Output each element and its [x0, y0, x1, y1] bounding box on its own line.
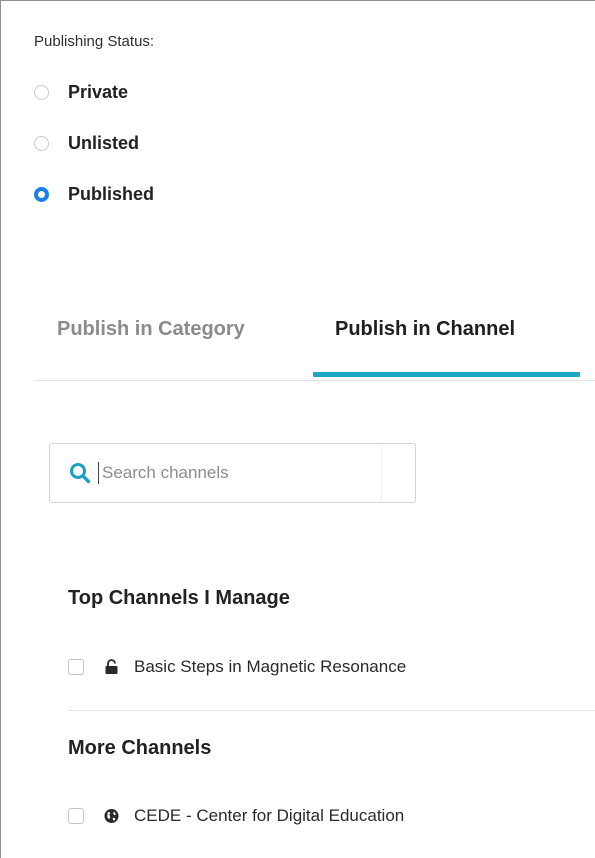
radio-private[interactable]: Private	[34, 81, 128, 103]
channel-item-label: CEDE - Center for Digital Education	[134, 806, 405, 825]
channel-checkbox[interactable]	[68, 659, 84, 675]
active-tab-indicator	[313, 372, 580, 377]
radio-unlisted-label: Unlisted	[68, 132, 140, 153]
tab-publish-in-category[interactable]: Publish in Category	[57, 318, 245, 341]
more-channels-heading: More Channels	[68, 737, 212, 759]
radio-published[interactable]: Published	[34, 183, 154, 205]
search-divider	[381, 445, 382, 501]
search-channels-input[interactable]	[102, 463, 342, 483]
globe-icon	[104, 808, 119, 824]
radio-unlisted[interactable]: Unlisted	[34, 132, 139, 154]
channel-checkbox[interactable]	[68, 808, 84, 824]
radio-published-control[interactable]	[34, 186, 49, 202]
channel-search-box[interactable]	[49, 443, 416, 503]
channel-item-label: Basic Steps in Magnetic Resonance	[134, 657, 407, 676]
publishing-status-label: Publishing Status:	[34, 33, 155, 50]
channel-item-basic-steps[interactable]: Basic Steps in Magnetic Resonance	[68, 656, 406, 678]
radio-published-label: Published	[68, 183, 155, 204]
radio-private-label: Private	[68, 81, 129, 102]
top-channels-heading: Top Channels I Manage	[68, 587, 290, 609]
section-divider	[68, 710, 595, 711]
radio-private-control[interactable]	[34, 84, 49, 100]
panel-frame	[0, 0, 595, 858]
lock-open-icon	[105, 659, 118, 674]
tab-publish-in-channel[interactable]: Publish in Channel	[335, 318, 515, 341]
search-icon[interactable]	[69, 462, 91, 484]
radio-unlisted-control[interactable]	[34, 135, 49, 151]
publish-tabs: Publish in Category Publish in Channel	[34, 306, 595, 381]
channel-item-cede[interactable]: CEDE - Center for Digital Education	[68, 805, 404, 827]
text-caret	[98, 462, 99, 484]
